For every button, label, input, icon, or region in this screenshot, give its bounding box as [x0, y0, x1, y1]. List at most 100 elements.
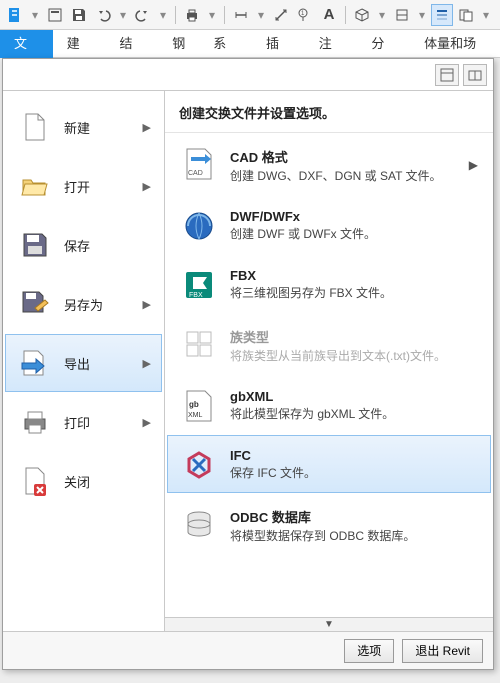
dimension-icon[interactable]	[270, 4, 292, 26]
thin-lines-icon[interactable]	[431, 4, 453, 26]
application-menu: 新建 ▶ 打开 ▶ 保存 另存为 ▶	[2, 58, 494, 670]
menu-label: 新建	[64, 118, 129, 137]
menu-save[interactable]: 保存	[5, 216, 162, 274]
tab-analyze[interactable]: 分析	[357, 30, 410, 58]
export-options-list: CAD CAD 格式 创建 DWG、DXF、DGN 或 SAT 文件。 ▶ DW…	[165, 133, 493, 617]
chevron-right-icon: ▶	[143, 180, 151, 193]
dropdown-icon[interactable]: ▾	[28, 4, 42, 26]
appmenu-toolbar	[3, 59, 493, 91]
open-docs-icon[interactable]	[463, 64, 487, 86]
svg-text:gb: gb	[189, 400, 199, 409]
export-title: 族类型	[230, 327, 478, 346]
print-icon[interactable]	[181, 4, 203, 26]
dropdown-icon[interactable]: ▾	[254, 4, 268, 26]
export-title: ODBC 数据库	[230, 507, 478, 526]
export-icon	[20, 348, 50, 378]
save-icon[interactable]	[68, 4, 90, 26]
menu-label: 打开	[64, 177, 129, 196]
export-desc: 保存 IFC 文件。	[230, 465, 478, 481]
tab-systems[interactable]: 系统	[199, 30, 252, 58]
ifc-icon	[182, 448, 216, 482]
appmenu-footer: 选项 退出 Revit	[3, 631, 493, 669]
menu-saveas[interactable]: 另存为 ▶	[5, 275, 162, 333]
menu-close[interactable]: 关闭	[5, 452, 162, 510]
cad-icon: CAD	[182, 147, 216, 181]
export-dwf[interactable]: DWF/DWFx 创建 DWF 或 DWFx 文件。	[167, 196, 491, 254]
export-desc: 将此模型保存为 gbXML 文件。	[230, 406, 478, 422]
export-desc: 将族类型从当前族导出到文本(.txt)文件。	[230, 348, 478, 364]
export-desc: 创建 DWF 或 DWFx 文件。	[230, 226, 478, 242]
export-title: IFC	[230, 448, 478, 463]
close-view-icon[interactable]	[455, 4, 477, 26]
separator	[224, 6, 225, 24]
exit-revit-button[interactable]: 退出 Revit	[402, 639, 483, 663]
open-folder-icon	[20, 171, 50, 201]
chevron-right-icon: ▶	[143, 357, 151, 370]
scroll-down-button[interactable]: ▼	[165, 617, 493, 631]
measure-icon[interactable]	[230, 4, 252, 26]
export-cad[interactable]: CAD CAD 格式 创建 DWG、DXF、DGN 或 SAT 文件。 ▶	[167, 134, 491, 195]
dropdown-icon[interactable]: ▾	[156, 4, 170, 26]
svg-text:XML: XML	[188, 412, 203, 419]
export-desc: 创建 DWG、DXF、DGN 或 SAT 文件。	[230, 168, 455, 184]
svg-text:CAD: CAD	[188, 170, 203, 177]
ribbon-tabs: 文件 建筑 结构 钢 系统 插入 注释 分析 体量和场地	[0, 30, 500, 58]
menu-print[interactable]: 打印 ▶	[5, 393, 162, 451]
revit-logo-icon[interactable]	[4, 4, 26, 26]
export-title: FBX	[230, 268, 478, 283]
options-button[interactable]: 选项	[344, 639, 394, 663]
menu-label: 打印	[64, 413, 129, 432]
fbx-icon: FBX	[182, 268, 216, 302]
chevron-right-icon: ▶	[143, 298, 151, 311]
tab-insert[interactable]: 插入	[252, 30, 305, 58]
export-gbxml[interactable]: gbXML gbXML 将此模型保存为 gbXML 文件。	[167, 376, 491, 434]
dropdown-icon[interactable]: ▾	[116, 4, 130, 26]
dropdown-icon[interactable]: ▾	[375, 4, 389, 26]
separator	[345, 6, 346, 24]
menu-export[interactable]: 导出 ▶	[5, 334, 162, 392]
menu-label: 保存	[64, 236, 151, 255]
export-ifc[interactable]: IFC 保存 IFC 文件。	[167, 435, 491, 493]
export-panel-title: 创建交换文件并设置选项。	[165, 91, 493, 133]
chevron-right-icon: ▶	[143, 416, 151, 429]
export-family-types: 族类型 将族类型从当前族导出到文本(.txt)文件。	[167, 314, 491, 375]
tab-steel[interactable]: 钢	[158, 30, 199, 58]
tab-file[interactable]: 文件	[0, 30, 53, 58]
menu-new[interactable]: 新建 ▶	[5, 98, 162, 156]
tab-structure[interactable]: 结构	[105, 30, 158, 58]
export-title: gbXML	[230, 389, 478, 404]
chevron-right-icon: ▶	[469, 158, 478, 172]
export-title: DWF/DWFx	[230, 209, 478, 224]
section-icon[interactable]	[391, 4, 413, 26]
menu-label: 关闭	[64, 472, 151, 491]
dropdown-icon[interactable]: ▾	[205, 4, 219, 26]
tab-massing[interactable]: 体量和场地	[410, 30, 500, 58]
new-file-icon	[20, 112, 50, 142]
tab-annotate[interactable]: 注释	[305, 30, 358, 58]
open-icon[interactable]	[44, 4, 66, 26]
menu-open[interactable]: 打开 ▶	[5, 157, 162, 215]
svg-text:1: 1	[301, 11, 305, 17]
appmenu-left-column: 新建 ▶ 打开 ▶ 保存 另存为 ▶	[3, 91, 165, 631]
tag-icon[interactable]: 1	[294, 4, 316, 26]
printer-icon	[20, 407, 50, 437]
3d-view-icon[interactable]	[351, 4, 373, 26]
export-fbx[interactable]: FBX FBX 将三维视图另存为 FBX 文件。	[167, 255, 491, 313]
svg-text:FBX: FBX	[189, 292, 203, 299]
dropdown-icon[interactable]: ▾	[415, 4, 429, 26]
undo-icon[interactable]	[92, 4, 114, 26]
redo-icon[interactable]	[132, 4, 154, 26]
dropdown-icon[interactable]: ▾	[479, 4, 493, 26]
export-desc: 将模型数据保存到 ODBC 数据库。	[230, 528, 478, 544]
dwf-icon	[182, 209, 216, 243]
menu-label: 导出	[64, 354, 129, 373]
export-odbc[interactable]: ODBC 数据库 将模型数据保存到 ODBC 数据库。	[167, 494, 491, 555]
appmenu-right-column: 创建交换文件并设置选项。 CAD CAD 格式 创建 DWG、DXF、DGN 或…	[165, 91, 493, 631]
export-desc: 将三维视图另存为 FBX 文件。	[230, 285, 478, 301]
menu-label: 另存为	[64, 295, 129, 314]
text-icon[interactable]: A	[318, 4, 340, 26]
recent-docs-icon[interactable]	[435, 64, 459, 86]
close-file-icon	[20, 466, 50, 496]
tab-architecture[interactable]: 建筑	[53, 30, 106, 58]
separator	[175, 6, 176, 24]
